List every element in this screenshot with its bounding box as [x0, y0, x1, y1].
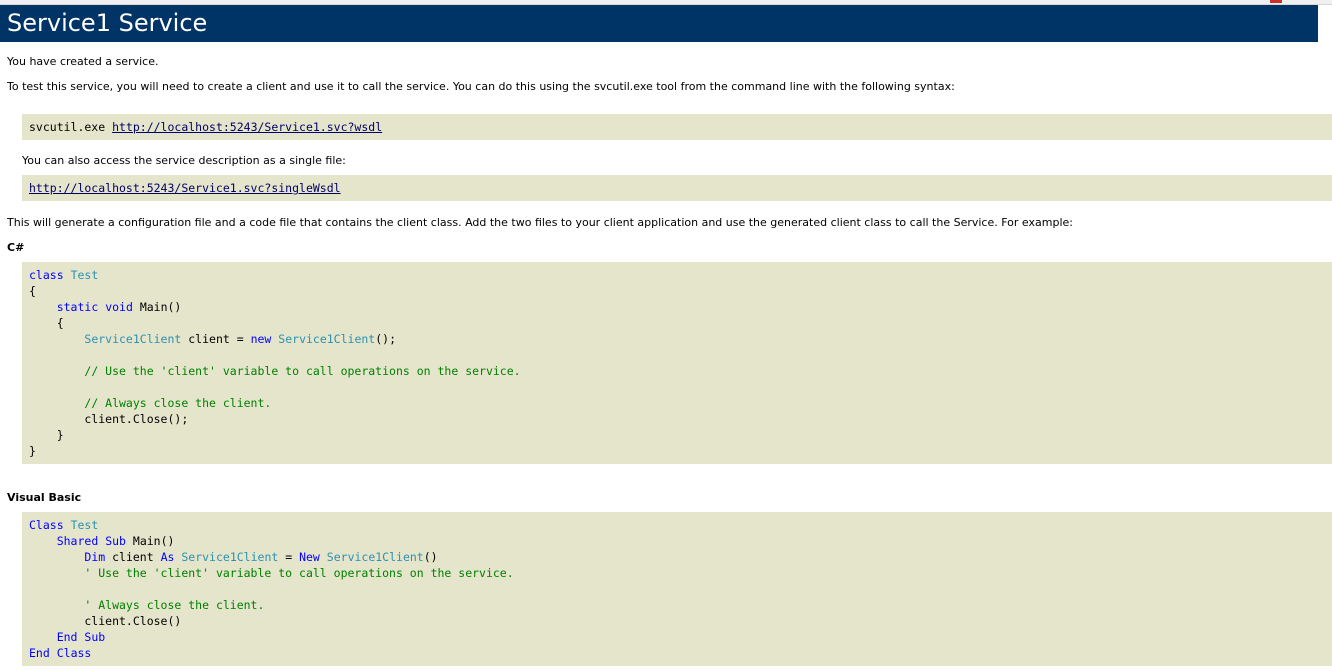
single-wsdl-box: http://localhost:5243/Service1.svc?singl… [22, 175, 1332, 201]
csharp-heading: C# [7, 241, 25, 254]
single-wsdl-link[interactable]: http://localhost:5243/Service1.svc?singl… [29, 181, 341, 195]
wsdl-link[interactable]: http://localhost:5243/Service1.svc?wsdl [112, 120, 382, 134]
single-file-text: You can also access the service descript… [22, 154, 346, 167]
vb-code-block: Class Test Shared Sub Main() Dim client … [22, 512, 1332, 666]
created-text: You have created a service. [7, 55, 159, 68]
browser-top-strip [0, 0, 1332, 5]
svcutil-command: svcutil.exe [29, 120, 113, 134]
page-title: Service1 Service [0, 5, 1318, 42]
svcutil-command-box: svcutil.exe http://localhost:5243/Servic… [22, 114, 1332, 140]
csharp-code-block: class Test { static void Main() { Servic… [22, 262, 1332, 464]
generate-text: This will generate a configuration file … [7, 216, 1073, 229]
vb-heading: Visual Basic [7, 491, 82, 504]
test-instructions: To test this service, you will need to c… [7, 80, 955, 93]
close-icon[interactable] [1270, 0, 1282, 3]
